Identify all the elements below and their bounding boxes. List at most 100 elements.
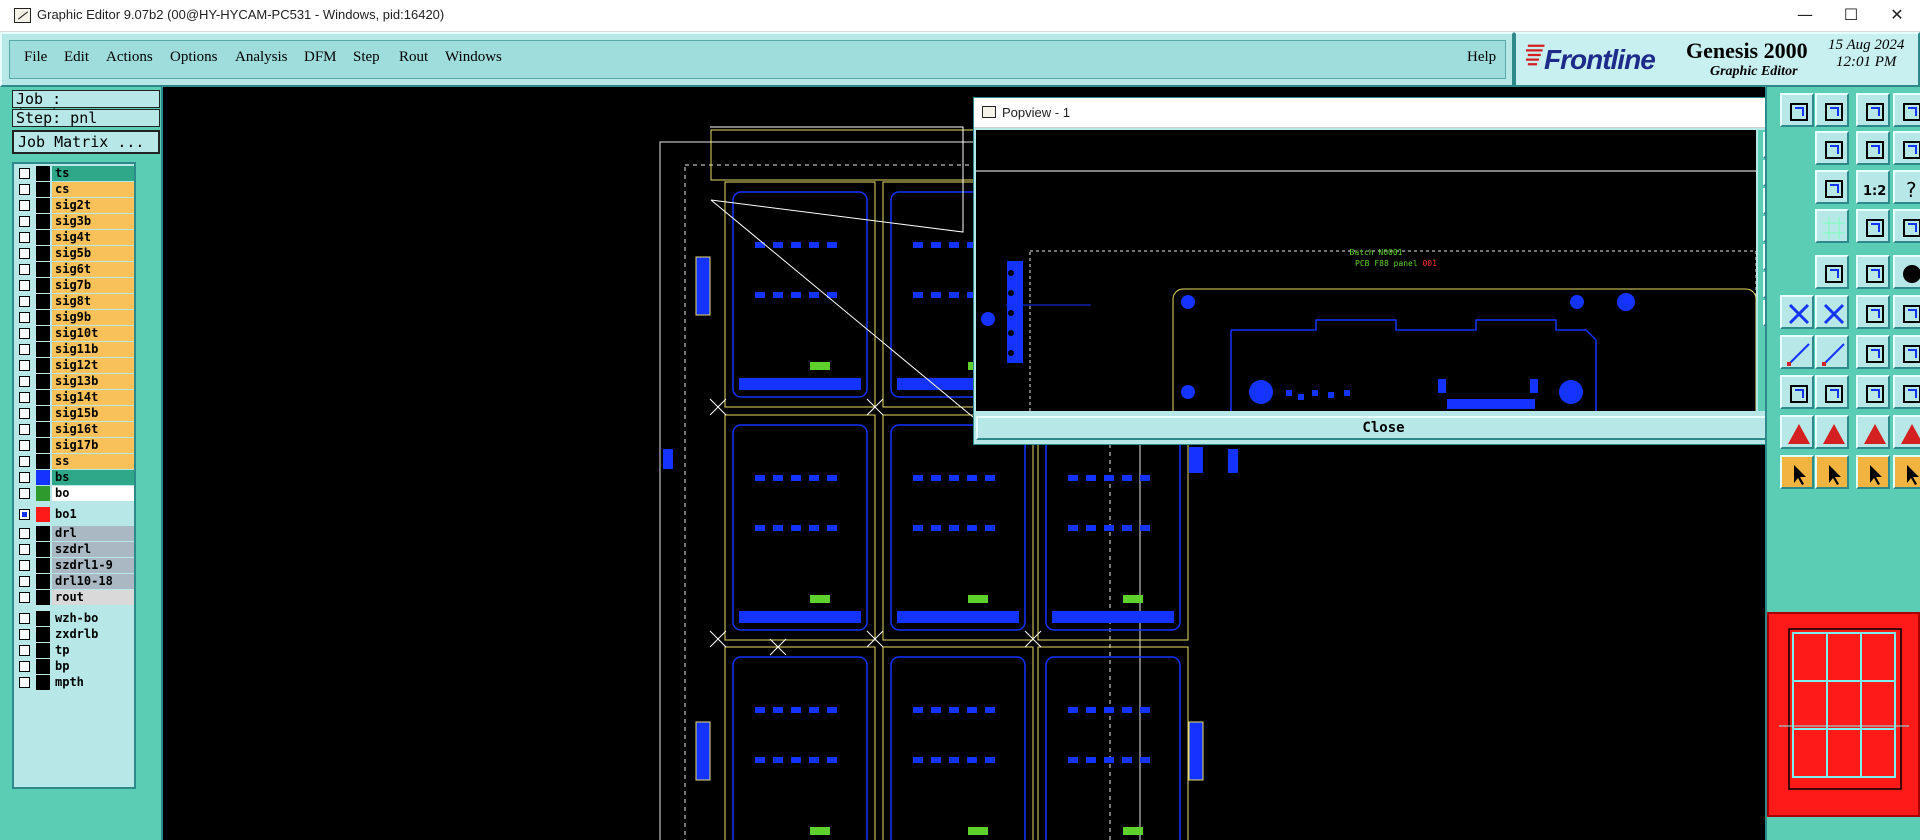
layer-name[interactable]: wzh-bo	[52, 611, 134, 626]
layer-color-swatch[interactable]	[36, 507, 50, 522]
layer-row[interactable]: sig2t	[16, 198, 134, 213]
layer-name[interactable]: drl	[52, 526, 134, 541]
bar-icon[interactable]	[1856, 255, 1890, 289]
layer-name[interactable]: sig7b	[52, 278, 134, 293]
cross-icon[interactable]	[1815, 295, 1849, 329]
route-icon[interactable]	[1856, 209, 1890, 243]
house-icon[interactable]	[1856, 93, 1890, 127]
layer-name[interactable]: cs	[52, 182, 134, 197]
layer-color-swatch[interactable]	[36, 643, 50, 658]
panel-minimap[interactable]	[1767, 612, 1920, 817]
layer-row[interactable]: sig8t	[16, 294, 134, 309]
triangle-icon[interactable]	[1893, 415, 1920, 449]
layer-row[interactable]: mpth	[16, 675, 134, 690]
layer-row[interactable]: sig9b	[16, 310, 134, 325]
layer-checkbox[interactable]	[19, 424, 30, 435]
corner-icon[interactable]	[1815, 255, 1849, 289]
layer-row[interactable]: sig17b	[16, 438, 134, 453]
layer-checkbox[interactable]	[19, 216, 30, 227]
layer-checkbox[interactable]	[19, 661, 30, 672]
layer-name[interactable]: szdrl1-9	[52, 558, 134, 573]
layer-name[interactable]: bs	[52, 470, 134, 485]
layer-row[interactable]: sig15b	[16, 406, 134, 421]
layer-checkbox[interactable]	[19, 645, 30, 656]
menu-step[interactable]: Step	[353, 49, 380, 66]
popview-canvas[interactable]: Batch NO001 PCB F88 panel 001	[976, 130, 1756, 411]
layer-name[interactable]: sig11b	[52, 342, 134, 357]
layer-color-swatch[interactable]	[36, 374, 50, 389]
layer-row[interactable]: sig16t	[16, 422, 134, 437]
layer-name[interactable]: sig9b	[52, 310, 134, 325]
layer-row[interactable]: drl	[16, 526, 134, 541]
layer-checkbox[interactable]	[19, 328, 30, 339]
menu-edit[interactable]: Edit	[64, 49, 89, 66]
layer-checkbox[interactable]	[19, 312, 30, 323]
layer-color-swatch[interactable]	[36, 558, 50, 573]
layer-checkbox[interactable]	[19, 264, 30, 275]
layer-name[interactable]: sig2t	[52, 198, 134, 213]
panel-icon[interactable]	[1780, 93, 1814, 127]
question-icon[interactable]: ?	[1893, 170, 1920, 204]
select-arrow-icon[interactable]	[1780, 455, 1814, 489]
layer-name[interactable]: sig14t	[52, 390, 134, 405]
layer-row[interactable]: szdrl	[16, 542, 134, 557]
layer-name[interactable]: sig13b	[52, 374, 134, 389]
layer-color-swatch[interactable]	[36, 627, 50, 642]
layer-checkbox[interactable]	[19, 472, 30, 483]
layer-color-swatch[interactable]	[36, 278, 50, 293]
layer-name[interactable]: sig5b	[52, 246, 134, 261]
measure-icon[interactable]	[1856, 375, 1890, 409]
layer-checkbox[interactable]	[19, 613, 30, 624]
node-icon[interactable]	[1893, 295, 1920, 329]
layer-name[interactable]: bo1	[52, 507, 134, 522]
select-arrow-icon[interactable]	[1893, 455, 1920, 489]
layer-checkbox[interactable]	[19, 200, 30, 211]
layer-name[interactable]: sig3b	[52, 214, 134, 229]
layer-color-swatch[interactable]	[36, 294, 50, 309]
measure-icon[interactable]	[1780, 375, 1814, 409]
layer-color-swatch[interactable]	[36, 310, 50, 325]
layer-checkbox[interactable]	[19, 376, 30, 387]
layer-name[interactable]: sig15b	[52, 406, 134, 421]
layer-name[interactable]: tp	[52, 643, 134, 658]
frame-icon[interactable]	[1893, 131, 1920, 165]
layer-name[interactable]: szdrl	[52, 542, 134, 557]
line-icon[interactable]	[1815, 335, 1849, 369]
scale-1-2-icon[interactable]: 1:2	[1856, 170, 1890, 204]
layer-name[interactable]: ts	[52, 166, 134, 181]
layer-row[interactable]: bo	[16, 486, 134, 501]
layer-checkbox[interactable]	[19, 488, 30, 499]
layer-row[interactable]: zxdrlb	[16, 627, 134, 642]
layer-checkbox[interactable]	[19, 392, 30, 403]
layer-color-swatch[interactable]	[36, 198, 50, 213]
layer-name[interactable]: sig17b	[52, 438, 134, 453]
menu-analysis[interactable]: Analysis	[235, 49, 288, 66]
layer-row[interactable]: tp	[16, 643, 134, 658]
layer-name[interactable]: drl10-18	[52, 574, 134, 589]
menu-actions[interactable]: Actions	[106, 49, 153, 66]
layer-color-swatch[interactable]	[36, 470, 50, 485]
layer-checkbox[interactable]	[19, 280, 30, 291]
layer-view-icon[interactable]	[1815, 93, 1849, 127]
layer-color-swatch[interactable]	[36, 675, 50, 690]
select-arrow-icon[interactable]	[1815, 455, 1849, 489]
layer-name[interactable]: ss	[52, 454, 134, 469]
layer-name[interactable]: mpth	[52, 675, 134, 690]
polygon-icon[interactable]	[1893, 375, 1920, 409]
cross-icon[interactable]	[1780, 295, 1814, 329]
layer-checkbox[interactable]	[19, 360, 30, 371]
layer-row[interactable]: szdrl1-9	[16, 558, 134, 573]
layer-name[interactable]: sig4t	[52, 230, 134, 245]
layer-checkbox[interactable]	[19, 592, 30, 603]
layer-row[interactable]: bs	[16, 470, 134, 485]
layer-checkbox[interactable]	[19, 677, 30, 688]
layer-checkbox[interactable]	[19, 576, 30, 587]
menu-file[interactable]: File	[24, 49, 47, 66]
grid-icon[interactable]	[1815, 209, 1849, 243]
layer-row[interactable]: ts	[16, 166, 134, 181]
layer-color-swatch[interactable]	[36, 422, 50, 437]
layer-row[interactable]: sig10t	[16, 326, 134, 341]
arc-icon[interactable]	[1856, 335, 1890, 369]
layer-row[interactable]: cs	[16, 182, 134, 197]
triangle-icon[interactable]	[1780, 415, 1814, 449]
